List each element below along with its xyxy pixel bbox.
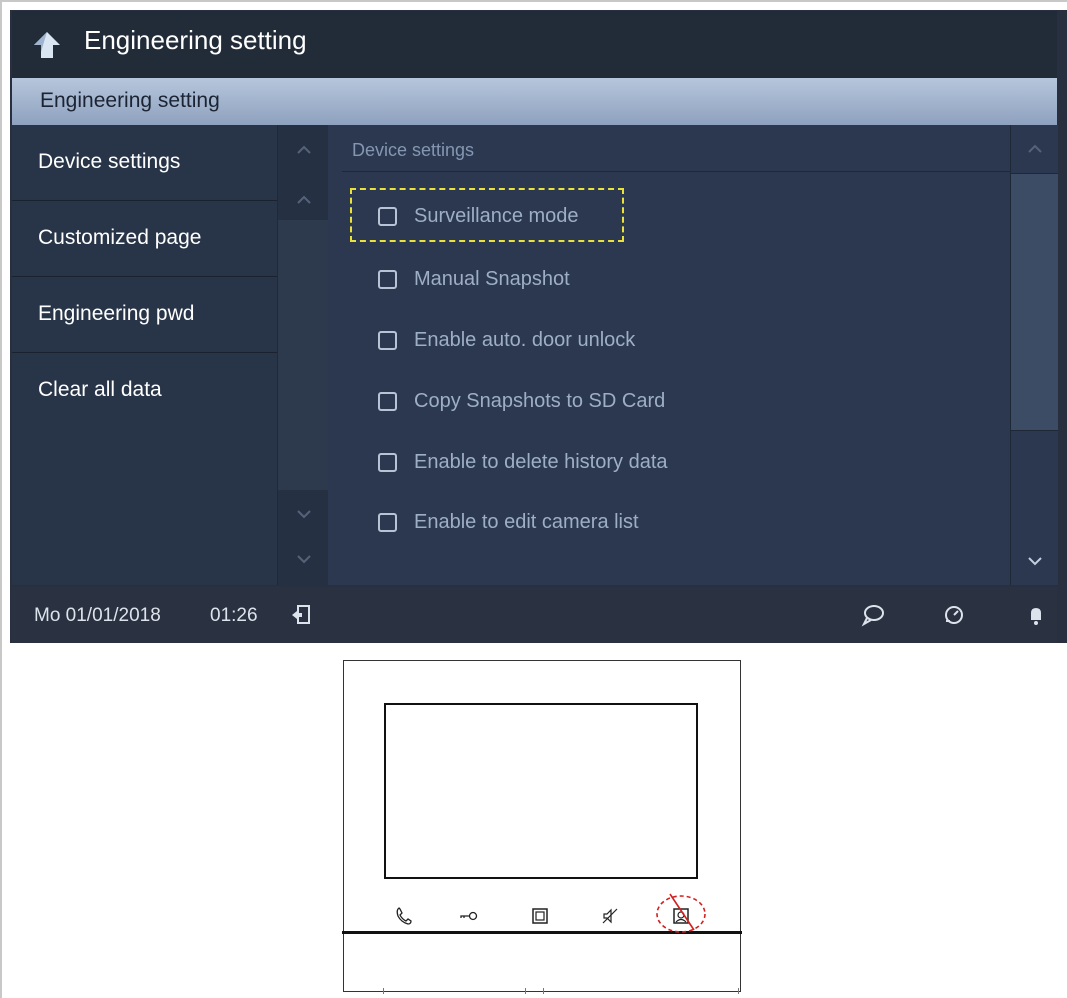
checkbox[interactable] xyxy=(378,513,397,532)
status-time: 01:26 xyxy=(210,605,258,626)
scroll-down-icon[interactable] xyxy=(1011,554,1058,570)
sidebar-item-device-settings[interactable]: Device settings xyxy=(12,125,277,201)
option-label: Copy Snapshots to SD Card xyxy=(414,390,666,412)
sidebar-item-clear-all-data[interactable]: Clear all data xyxy=(12,353,277,428)
section-title: Device settings xyxy=(352,140,475,160)
history-icon[interactable] xyxy=(942,603,966,627)
page-title: Engineering setting xyxy=(84,25,307,55)
subheader: Engineering setting xyxy=(12,78,1057,125)
frame-border-left xyxy=(0,0,2,998)
scroll-up-icon[interactable] xyxy=(1011,142,1058,158)
device-display xyxy=(384,703,698,879)
sidebar-item-label: Engineering pwd xyxy=(38,302,195,325)
title-bar: Engineering setting xyxy=(12,11,1057,78)
sidebar-item-label: Customized page xyxy=(38,226,202,249)
option-label: Enable to edit camera list xyxy=(414,511,639,533)
checkbox[interactable] xyxy=(378,392,397,411)
panel-scroll-thumb[interactable] xyxy=(1011,173,1058,431)
sidebar-scrollbar[interactable] xyxy=(277,125,330,585)
option-label: Enable to delete history data xyxy=(414,451,668,473)
back-arrow-icon[interactable] xyxy=(30,28,64,62)
square-icon xyxy=(532,908,548,924)
settings-panel: Device settings Surveillance mode Manual… xyxy=(328,125,1010,585)
subheader-title: Engineering setting xyxy=(40,89,220,112)
frame-border-top xyxy=(0,0,1067,2)
sidebar-menu: Device settings Customized page Engineer… xyxy=(12,125,277,585)
scroll-down-icon[interactable] xyxy=(278,507,329,523)
status-bar: Mo 01/01/2018 01:26 xyxy=(12,587,1057,643)
status-date: Mo 01/01/2018 xyxy=(34,605,161,626)
scroll-down-icon[interactable] xyxy=(278,552,329,568)
checkbox[interactable] xyxy=(378,331,397,350)
tick-mark xyxy=(525,988,526,994)
sidebar-item-label: Clear all data xyxy=(38,378,162,401)
section-divider xyxy=(342,171,1010,172)
sidebar-item-customized-page[interactable]: Customized page xyxy=(12,201,277,277)
checkbox[interactable] xyxy=(378,207,397,226)
message-icon[interactable] xyxy=(861,603,885,627)
panel-scrollbar[interactable] xyxy=(1010,125,1058,585)
mute-icon xyxy=(602,908,618,924)
option-label: Manual Snapshot xyxy=(414,268,570,290)
option-label: Enable auto. door unlock xyxy=(414,329,636,351)
scroll-up-icon[interactable] xyxy=(278,193,329,209)
tick-mark xyxy=(543,988,544,994)
sidebar-scroll-thumb[interactable] xyxy=(278,220,329,490)
option-label: Surveillance mode xyxy=(414,205,579,227)
highlight-circle xyxy=(656,893,706,933)
device-illustration xyxy=(342,660,742,992)
checkbox[interactable] xyxy=(378,270,397,289)
checkbox[interactable] xyxy=(378,453,397,472)
sidebar-item-label: Device settings xyxy=(38,150,181,173)
content-area: Device settings Customized page Engineer… xyxy=(12,125,1058,585)
sidebar-item-engineering-pwd[interactable]: Engineering pwd xyxy=(12,277,277,353)
phone-icon xyxy=(396,907,412,925)
tick-mark xyxy=(383,988,384,994)
bell-icon[interactable] xyxy=(1024,603,1048,627)
key-icon xyxy=(460,911,478,921)
tick-mark xyxy=(738,988,739,994)
door-exit-icon[interactable] xyxy=(289,603,313,627)
scroll-up-icon[interactable] xyxy=(278,143,329,159)
